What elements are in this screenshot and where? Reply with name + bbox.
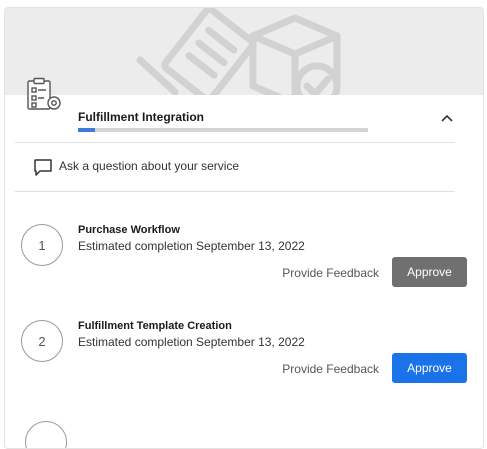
step-number-circle: 1	[21, 224, 63, 266]
panel-title: Fulfillment Integration	[78, 110, 204, 124]
step-estimated-completion: Estimated completion September 13, 2022	[78, 239, 305, 253]
fulfillment-card: Fulfillment Integration Ask a question a…	[4, 7, 484, 449]
ask-question-button[interactable]: Ask a question about your service	[33, 156, 453, 178]
provide-feedback-link[interactable]: Provide Feedback	[282, 362, 379, 376]
chat-bubble-icon	[34, 159, 52, 176]
step-title: Purchase Workflow	[78, 224, 180, 236]
provide-feedback-link[interactable]: Provide Feedback	[282, 266, 379, 280]
panel-header: Fulfillment Integration	[5, 96, 483, 144]
chevron-up-icon[interactable]	[439, 110, 455, 126]
step-number-circle: 2	[21, 320, 63, 362]
step-title: Fulfillment Template Creation	[78, 320, 232, 332]
approve-button[interactable]: Approve	[392, 353, 467, 383]
approve-button[interactable]: Approve	[392, 257, 467, 287]
title-progress-track	[78, 128, 368, 132]
step-number-circle-partial	[25, 421, 67, 448]
header-divider	[15, 142, 455, 143]
box-with-checklist-illustration	[136, 8, 341, 95]
step-estimated-completion: Estimated completion September 13, 2022	[78, 335, 305, 349]
title-progress-fill	[78, 128, 95, 132]
ask-question-label: Ask a question about your service	[59, 159, 240, 173]
banner	[5, 8, 483, 95]
step-item: 2 Fulfillment Template Creation Estimate…	[5, 320, 483, 400]
ask-divider	[15, 191, 455, 192]
step-item: 1 Purchase Workflow Estimated completion…	[5, 224, 483, 304]
